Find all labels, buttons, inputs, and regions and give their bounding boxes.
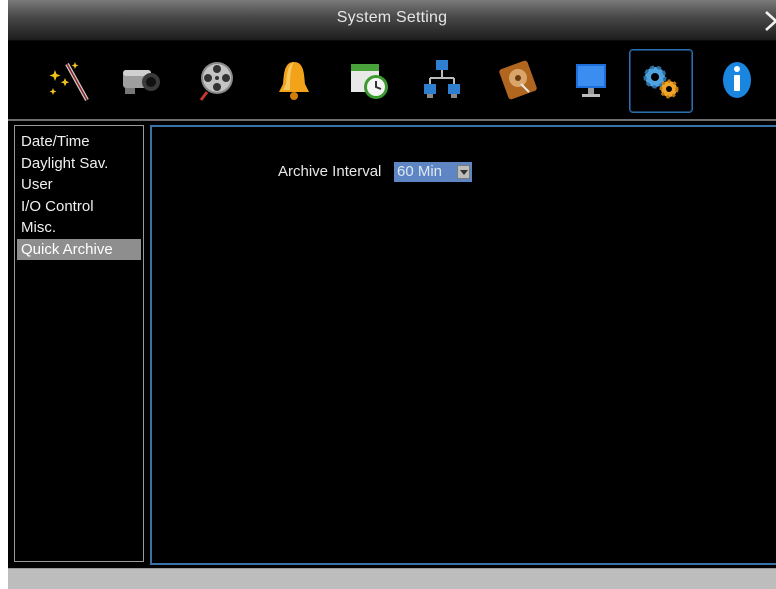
sidebar-item-misc[interactable]: Misc. [17,217,141,239]
window-title: System Setting [336,9,448,26]
close-icon[interactable] [762,8,776,32]
sidebar-item-quick-archive[interactable]: Quick Archive [17,238,141,260]
wizard-wand-icon[interactable] [38,49,100,111]
camera-icon[interactable] [108,49,170,111]
sidebar-item-user[interactable]: User [17,174,141,196]
film-reel-icon[interactable] [186,49,248,111]
schedule-clock-icon[interactable] [338,49,400,111]
hard-disk-icon[interactable] [488,49,550,111]
status-bar [8,568,776,589]
sidebar-item-io-control[interactable]: I/O Control [17,196,141,218]
network-icon[interactable] [411,49,473,111]
chevron-down-icon[interactable] [457,165,470,179]
info-icon[interactable] [706,49,768,111]
settings-panel: Archive Interval 60 Min [150,125,776,565]
monitor-icon[interactable] [561,49,623,111]
sidebar-item-date-time[interactable]: Date/Time [17,131,141,153]
archive-interval-select[interactable]: 60 Min [394,162,472,182]
system-gears-icon[interactable] [629,49,693,113]
settings-menu: Date/Time Daylight Sav. User I/O Control… [14,125,144,562]
settings-toolbar [8,41,776,121]
sidebar-item-daylight-saving[interactable]: Daylight Sav. [17,153,141,175]
title-bar: System Setting [8,0,776,41]
archive-interval-label: Archive Interval [278,163,382,180]
archive-interval-value: 60 Min [397,163,443,180]
alarm-bell-icon[interactable] [263,49,325,111]
system-setting-window: System Setting Date/Time Daylight Sav. U… [8,0,776,589]
